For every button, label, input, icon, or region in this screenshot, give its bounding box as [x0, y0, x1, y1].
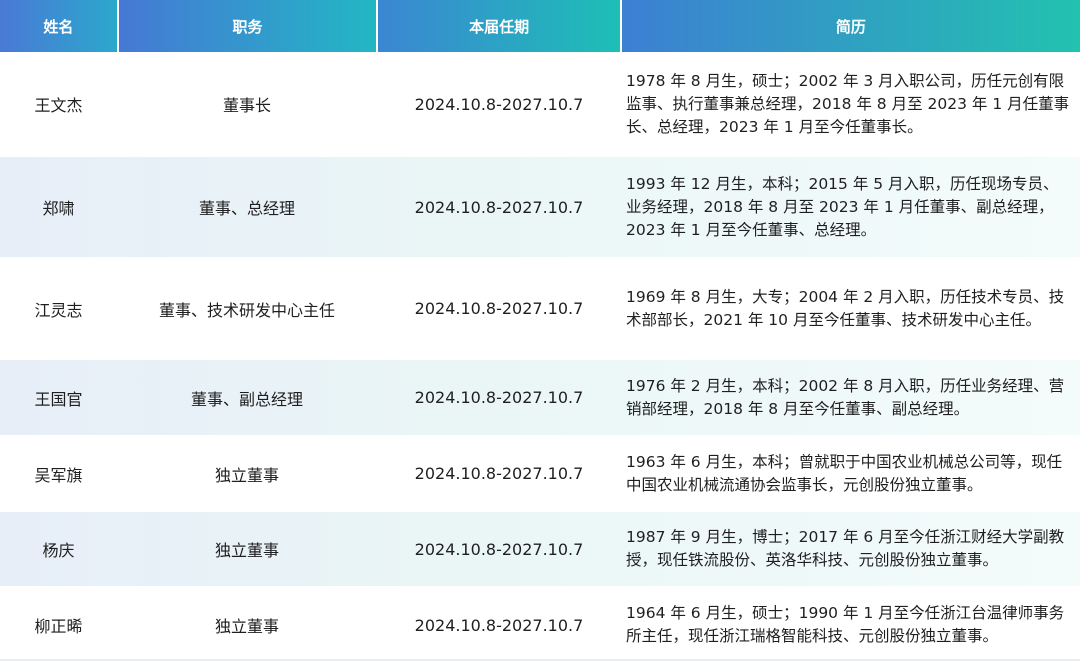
- cell-position: 董事、总经理: [198, 199, 295, 218]
- table-header: 姓名 职务 本届任期 简历: [0, 0, 1080, 52]
- cell-resume: 1969 年 8 月生，大专；2004 年 2 月入职，历任技术专员、技术部部长…: [621, 260, 1080, 357]
- table-row: 郑啸 董事、总经理 2024.10.8-2027.10.7 1993 年 12 …: [0, 157, 1080, 257]
- cell-name: 杨庆: [42, 541, 75, 560]
- cell-name: 王国官: [34, 389, 83, 409]
- table-row: 吴军旗 独立董事 2024.10.8-2027.10.7 1963 年 6 月生…: [0, 437, 1080, 510]
- cell-position: 独立董事: [214, 541, 279, 560]
- table-row: 王国官 董事、副总经理 2024.10.8-2027.10.7 1976 年 2…: [0, 360, 1080, 435]
- table-row: 柳正晞 独立董事 2024.10.8-2027.10.7 1964 年 6 月生…: [0, 588, 1080, 662]
- table-row: 王文杰 董事长 2024.10.8-2027.10.7 1978 年 8 月生，…: [0, 54, 1080, 154]
- resume-text: 1993 年 12 月生，本科；2015 年 5 月入职，历任现场专员、业务经理…: [626, 174, 1059, 239]
- cell-name: 柳正晞: [34, 617, 83, 636]
- cell-resume: 1993 年 12 月生，本科；2015 年 5 月入职，历任现场专员、业务经理…: [621, 157, 1080, 257]
- cell-term: 2024.10.8-2027.10.7: [414, 94, 584, 114]
- table-row: 杨庆 独立董事 2024.10.8-2027.10.7 1987 年 9 月生，…: [0, 512, 1080, 586]
- resume-text: 1963 年 6 月生，本科；曾就职于中国农业机械总公司等，现任中国农业机械流通…: [626, 452, 1063, 494]
- table-row: 江灵志 董事、技术研发中心主任 2024.10.8-2027.10.7 1969…: [0, 260, 1080, 357]
- resume-text: 1969 年 8 月生，大专；2004 年 2 月入职，历任技术专员、技术部部长…: [626, 287, 1065, 329]
- cell-resume: 1976 年 2 月生，本科；2002 年 8 月入职，历任业务经理、营销部经理…: [621, 360, 1080, 435]
- cell-term: 2024.10.8-2027.10.7: [414, 299, 584, 318]
- cell-position: 董事、技术研发中心主任: [158, 300, 335, 320]
- resume-text: 1964 年 6 月生，硕士；1990 年 1 月至今任浙江台温律师事务所主任，…: [626, 604, 1065, 645]
- cell-name: 江灵志: [34, 300, 83, 320]
- cell-name: 郑啸: [42, 199, 75, 218]
- cell-term: 2024.10.8-2027.10.7: [414, 388, 584, 407]
- cell-position: 独立董事: [214, 465, 279, 485]
- resume-text: 1978 年 8 月生，硕士；2002 年 3 月入职公司，历任元创有限监事、执…: [626, 71, 1070, 136]
- cell-resume: 1978 年 8 月生，硕士；2002 年 3 月入职公司，历任元创有限监事、执…: [621, 54, 1080, 154]
- header-term: 本届任期: [378, 0, 620, 52]
- cell-position: 独立董事: [214, 617, 279, 636]
- cell-resume: 1964 年 6 月生，硕士；1990 年 1 月至今任浙江台温律师事务所主任，…: [621, 588, 1080, 662]
- cell-term: 2024.10.8-2027.10.7: [414, 197, 584, 217]
- cell-resume: 1963 年 6 月生，本科；曾就职于中国农业机械总公司等，现任中国农业机械流通…: [621, 437, 1080, 510]
- header-name: 姓名: [0, 0, 117, 52]
- directors-table: 姓名 职务 本届任期 简历 王文杰 董事长 2024.10.8-2027.10.…: [0, 0, 1080, 662]
- cell-position: 董事、副总经理: [190, 389, 303, 409]
- resume-text: 1976 年 2 月生，本科；2002 年 8 月入职，历任业务经理、营销部经理…: [626, 376, 1065, 418]
- cell-term: 2024.10.8-2027.10.7: [414, 464, 584, 483]
- cell-position: 董事长: [222, 96, 271, 115]
- cell-term: 2024.10.8-2027.10.7: [414, 539, 584, 559]
- header-position: 职务: [118, 0, 377, 52]
- cell-name: 王文杰: [34, 96, 83, 115]
- cell-term: 2024.10.8-2027.10.7: [414, 615, 584, 635]
- header-resume: 简历: [621, 0, 1080, 52]
- cell-name: 吴军旗: [34, 465, 83, 485]
- cell-resume: 1987 年 9 月生，博士；2017 年 6 月至今任浙江财经大学副教授，现任…: [621, 512, 1080, 586]
- resume-text: 1987 年 9 月生，博士；2017 年 6 月至今任浙江财经大学副教授，现任…: [626, 528, 1065, 569]
